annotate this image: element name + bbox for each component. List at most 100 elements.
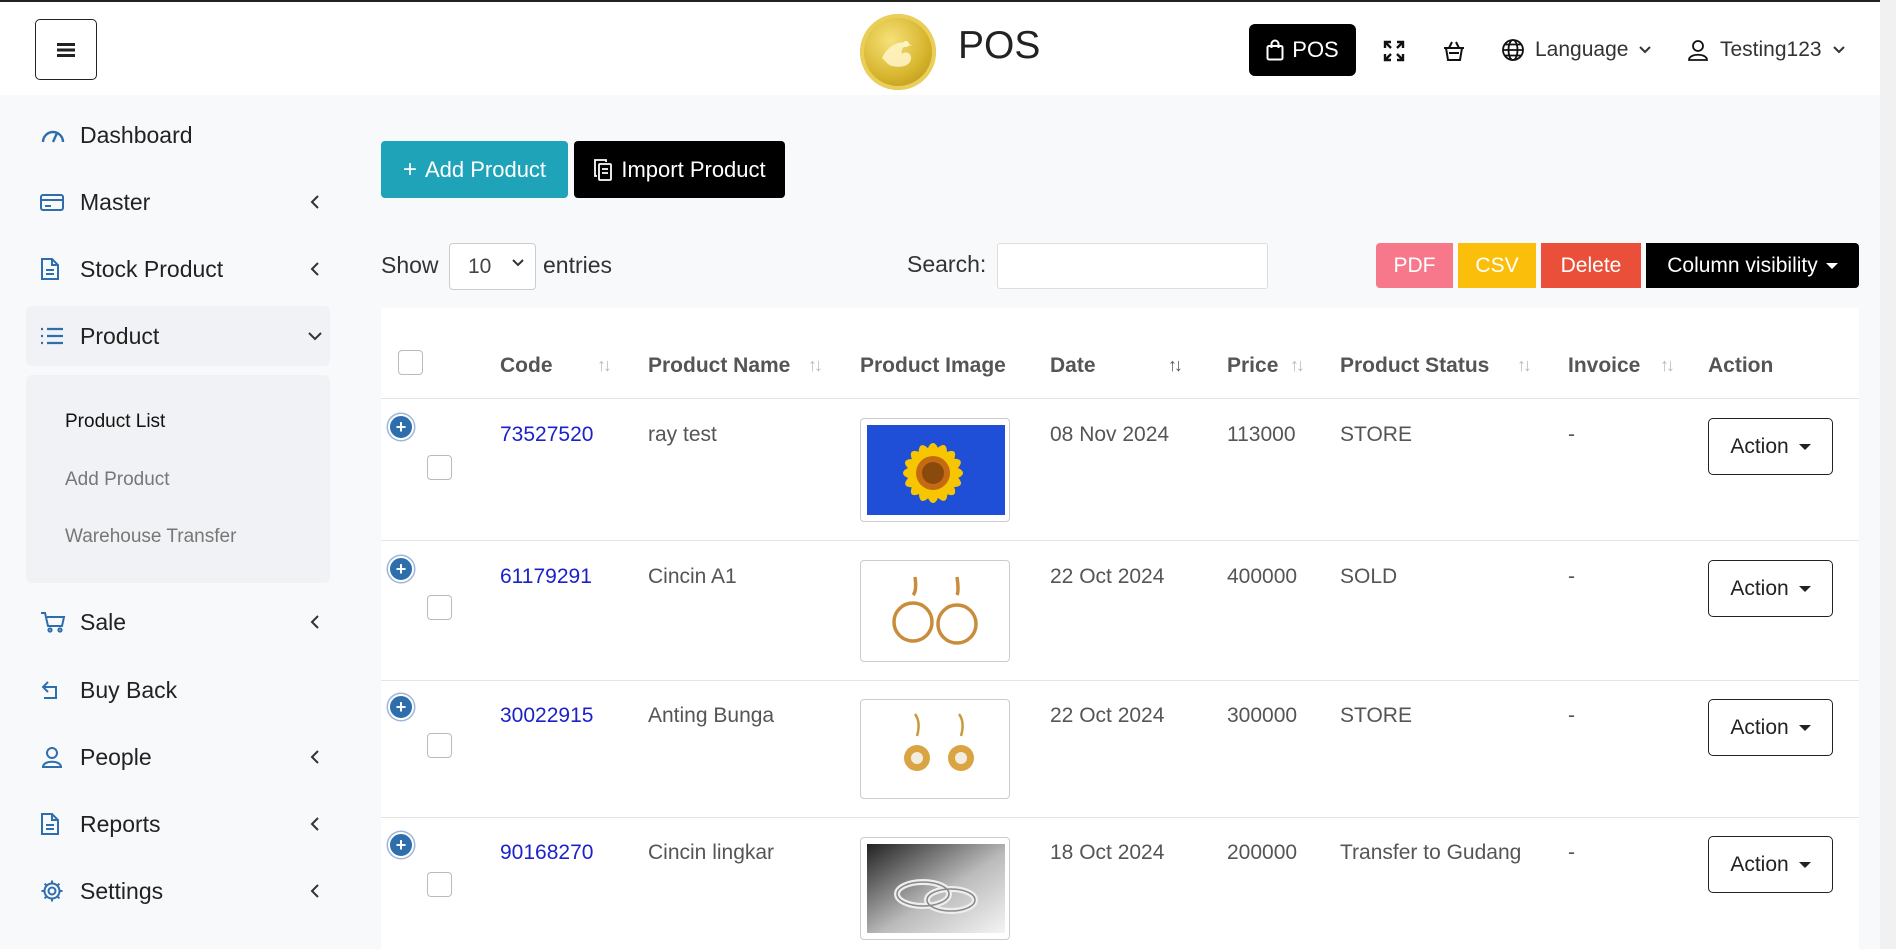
action-label: Action (1730, 715, 1789, 739)
product-invoice: - (1568, 565, 1575, 588)
import-product-button[interactable]: Import Product (574, 141, 785, 198)
cart-icon (41, 612, 66, 633)
caret-down-icon (1825, 262, 1838, 269)
row-checkbox[interactable] (427, 733, 452, 758)
document-icon (41, 258, 59, 280)
sidebar-item-buy-back[interactable]: Buy Back (26, 660, 330, 720)
submenu-item-warehouse-transfer[interactable]: Warehouse Transfer (65, 526, 236, 548)
product-thumbnail-sunflower[interactable] (860, 418, 1010, 522)
product-code-link[interactable]: 73527520 (500, 423, 593, 447)
divider (381, 817, 1859, 818)
product-thumbnail-rings[interactable] (860, 837, 1010, 940)
basket-button[interactable] (1441, 38, 1467, 64)
brand-logo[interactable] (860, 14, 936, 90)
column-header-code[interactable]: Code (500, 354, 553, 378)
page-scrollbar[interactable] (1880, 0, 1896, 949)
divider (381, 680, 1859, 681)
column-visibility-button[interactable]: Column visibility (1646, 243, 1859, 288)
user-dropdown[interactable]: Testing123 (1686, 38, 1846, 62)
caret-down-icon (1798, 585, 1811, 592)
product-date: 08 Nov 2024 (1050, 423, 1170, 446)
product-thumbnail-hoop-earrings[interactable] (860, 560, 1010, 662)
row-expand-button[interactable]: + (388, 556, 414, 582)
chevron-down-icon (1639, 46, 1652, 54)
product-price: 113000 (1227, 423, 1296, 446)
product-date: 18 Oct 2024 (1050, 841, 1165, 864)
entries-label: entries (543, 252, 613, 278)
chevron-left-icon (310, 750, 319, 764)
row-expand-button[interactable]: + (388, 414, 414, 440)
gauge-icon (41, 130, 65, 143)
sidebar-item-people[interactable]: People (26, 727, 330, 787)
sidebar-item-dashboard[interactable]: Dashboard (26, 105, 330, 165)
language-dropdown[interactable]: Language (1501, 38, 1652, 62)
row-checkbox[interactable] (427, 872, 452, 897)
pdf-export-button[interactable]: PDF (1376, 243, 1453, 288)
row-action-button[interactable]: Action (1708, 560, 1833, 617)
column-header-product-image: Product Image (860, 354, 1006, 377)
card-icon (40, 194, 64, 211)
product-name: Anting Bunga (648, 704, 775, 727)
sort-icon[interactable]: ↑↓ (1290, 355, 1305, 376)
csv-export-button[interactable]: CSV (1458, 243, 1536, 288)
top-navbar: POS POS Language Testing123 (0, 0, 1896, 95)
product-thumbnail-flower-earrings[interactable] (860, 699, 1010, 799)
sidebar-item-settings[interactable]: Settings (26, 861, 330, 921)
search-input[interactable] (997, 243, 1268, 289)
row-action-button[interactable]: Action (1708, 699, 1833, 756)
copy-icon (594, 158, 613, 181)
globe-icon (1502, 39, 1524, 61)
fullscreen-button[interactable] (1381, 38, 1407, 64)
entries-select[interactable]: 10 (449, 243, 536, 290)
menu-toggle-button[interactable] (35, 19, 97, 80)
user-label: Testing123 (1720, 38, 1822, 61)
row-checkbox[interactable] (427, 455, 452, 480)
search-label: Search: (907, 251, 987, 277)
sidebar-item-sale[interactable]: Sale (26, 592, 330, 652)
sort-icon[interactable]: ↑↓ (597, 355, 612, 376)
sidebar-item-reports[interactable]: Reports (26, 794, 330, 854)
sidebar-item-label: Reports (80, 810, 161, 837)
submenu-item-product-list[interactable]: Product List (65, 411, 165, 433)
select-all-checkbox[interactable] (398, 350, 423, 375)
caret-down-icon (1798, 724, 1811, 731)
sidebar-item-product[interactable]: Product (26, 306, 330, 366)
column-header-invoice[interactable]: Invoice (1568, 354, 1640, 378)
product-code-link[interactable]: 90168270 (500, 841, 593, 865)
add-product-label: Add Product (424, 156, 547, 182)
delete-button[interactable]: Delete (1541, 243, 1641, 288)
shopping-bag-icon (1266, 39, 1284, 61)
sort-icon[interactable]: ↑↓ (1168, 355, 1183, 376)
product-code-link[interactable]: 30022915 (500, 704, 593, 728)
divider (381, 540, 1859, 541)
return-icon (41, 681, 57, 699)
app-title: POS (958, 24, 1041, 67)
product-invoice: - (1568, 423, 1575, 446)
row-expand-button[interactable]: + (388, 694, 414, 720)
product-code-link[interactable]: 61179291 (500, 565, 592, 589)
sort-icon[interactable]: ↑↓ (1517, 355, 1532, 376)
product-invoice: - (1568, 704, 1575, 727)
chevron-down-icon (1832, 46, 1845, 54)
chevron-down-icon (308, 332, 322, 341)
sort-icon[interactable]: ↑↓ (1660, 355, 1675, 376)
column-visibility-label: Column visibility (1667, 253, 1818, 277)
plus-icon: + (402, 155, 417, 183)
submenu-item-add-product[interactable]: Add Product (65, 469, 170, 491)
row-expand-button[interactable]: + (388, 832, 414, 858)
add-product-button[interactable]: + Add Product (381, 141, 568, 198)
row-action-button[interactable]: Action (1708, 418, 1833, 475)
sidebar-item-master[interactable]: Master (26, 172, 330, 232)
pos-button[interactable]: POS (1249, 24, 1356, 76)
column-header-product-status[interactable]: Product Status (1340, 354, 1489, 378)
product-status: STORE (1340, 423, 1412, 446)
product-invoice: - (1568, 841, 1575, 864)
column-header-price[interactable]: Price (1227, 354, 1278, 378)
row-checkbox[interactable] (427, 595, 452, 620)
sidebar-item-label: People (80, 743, 152, 770)
sidebar-item-stock-product[interactable]: Stock Product (26, 239, 330, 299)
sort-icon[interactable]: ↑↓ (808, 355, 823, 376)
column-header-product-name[interactable]: Product Name (648, 354, 790, 378)
column-header-date[interactable]: Date (1050, 354, 1096, 378)
row-action-button[interactable]: Action (1708, 836, 1833, 893)
